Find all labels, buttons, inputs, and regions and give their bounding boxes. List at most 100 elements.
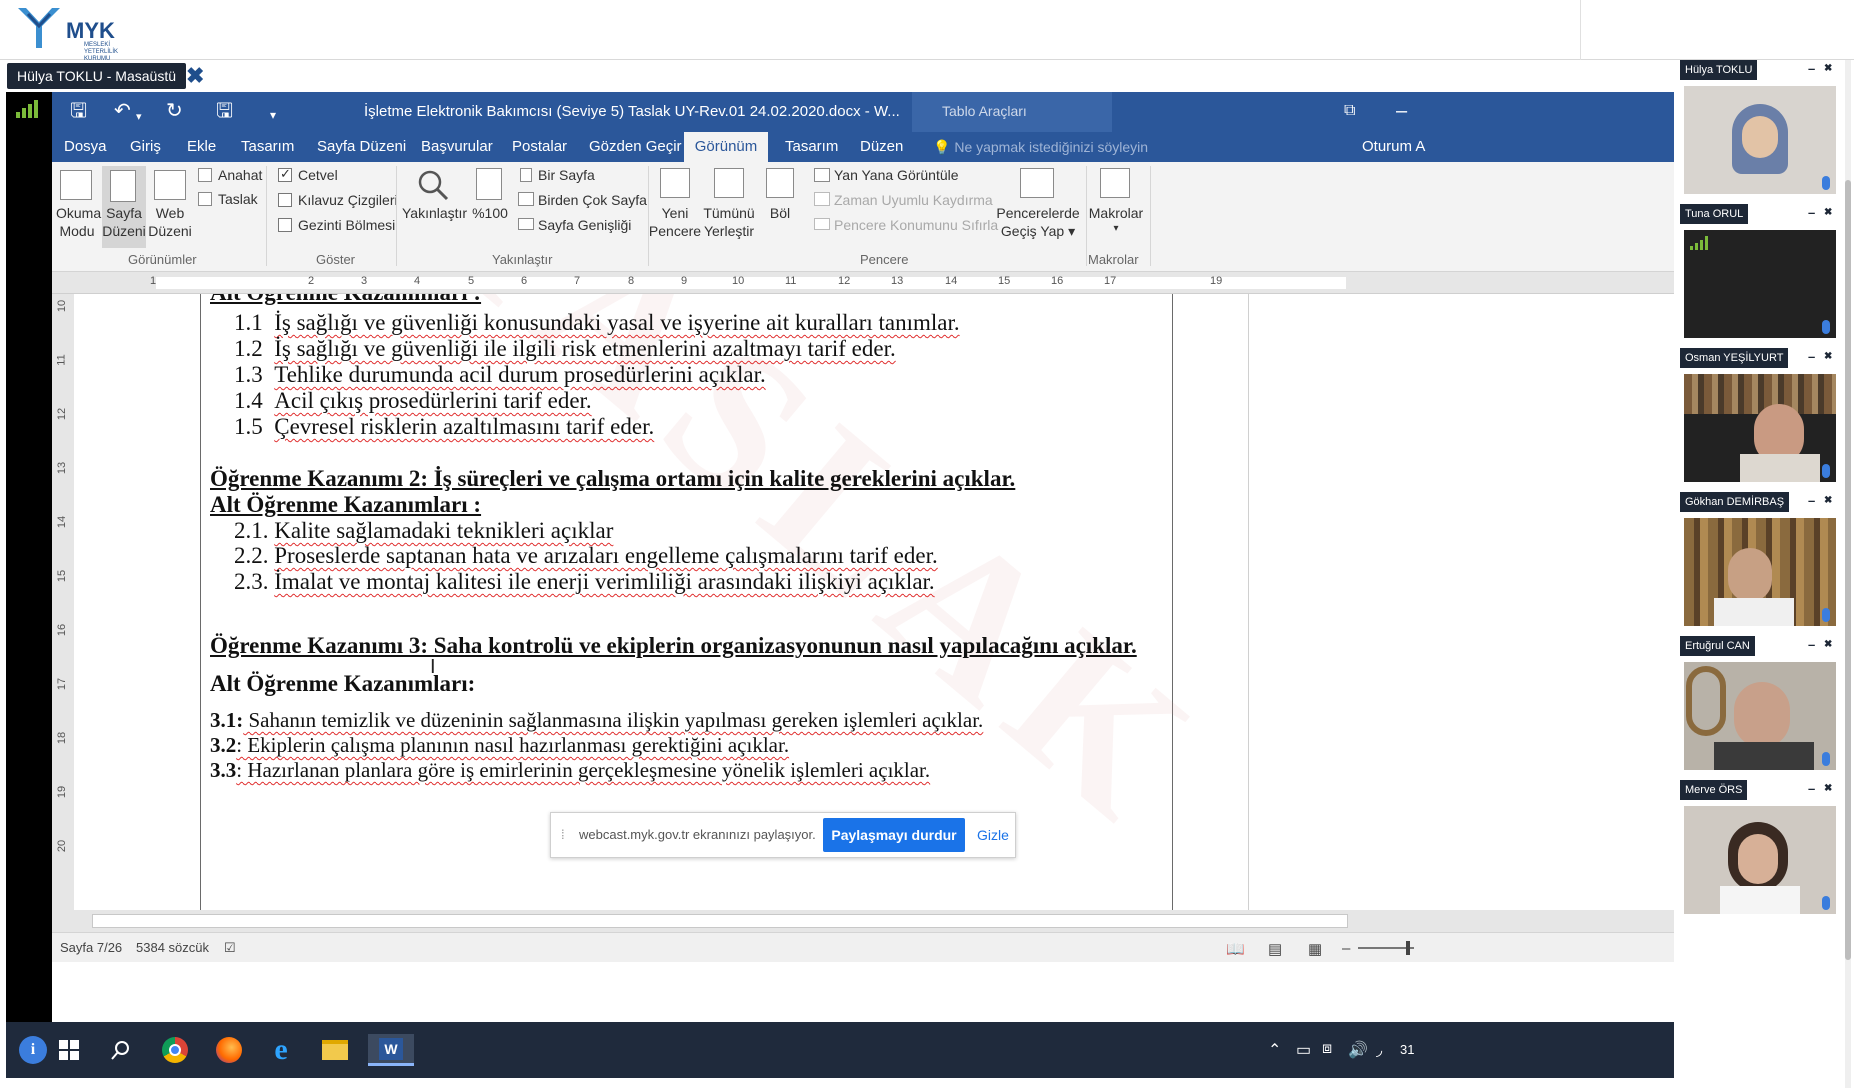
tab-postalar[interactable]: Postalar — [506, 132, 573, 162]
tab-ekle[interactable]: Ekle — [181, 132, 222, 162]
volume-icon[interactable]: 🔊 — [1348, 1040, 1368, 1060]
windows-start-icon[interactable] — [52, 1034, 86, 1066]
zoom-slider-handle[interactable] — [1406, 941, 1410, 955]
participant-card[interactable]: Gökhan DEMİRBAŞ – ✖ — [1678, 492, 1840, 630]
stop-sharing-button[interactable]: Paylaşmayı durdur — [823, 818, 965, 852]
zoom-100-label: %100 — [472, 205, 508, 221]
gridlines-checkbox[interactable] — [278, 193, 292, 207]
list-item: 2.2. Proseslerde saptanan hata ve arızal… — [234, 543, 938, 569]
sign-in-link[interactable]: Oturum A — [1356, 132, 1431, 162]
minimize-icon[interactable]: – — [1808, 204, 1815, 222]
info-icon[interactable]: i — [16, 1034, 50, 1066]
close-icon[interactable]: ✖ — [1824, 636, 1832, 654]
tab-tablo-tasarim[interactable]: Tasarım — [779, 132, 844, 162]
close-share-icon[interactable]: ✖ — [186, 64, 204, 88]
ruler-number: 16 — [1051, 275, 1064, 287]
vruler-number: 11 — [55, 354, 68, 366]
tab-basvurular[interactable]: Başvurular — [415, 132, 499, 162]
undo-icon[interactable]: ↶ — [114, 100, 131, 122]
ribbon-display-icon[interactable]: ⧉ — [1344, 100, 1355, 122]
file-explorer-icon[interactable] — [318, 1034, 352, 1066]
firefox-icon[interactable] — [212, 1034, 246, 1066]
microphone-icon — [1822, 320, 1830, 334]
tray-display-icon[interactable]: ⧈ — [1322, 1040, 1332, 1058]
learning-outcome-2-heading: Öğrenme Kazanımı 2: İş süreçleri ve çalı… — [210, 466, 1016, 491]
print-view-icon[interactable]: ▤ — [1268, 940, 1282, 958]
customize-toolbar-icon[interactable]: ▾ — [270, 104, 276, 126]
read-view-icon[interactable]: 📖 — [1226, 940, 1245, 958]
tray-device-icon[interactable]: ▭ — [1296, 1040, 1311, 1060]
tell-me-box[interactable]: 💡 Ne yapmak istediğinizi söyleyin — [927, 132, 1154, 162]
navigation-pane-label: Gezinti Bölmesi — [298, 217, 396, 233]
horizontal-scrollbar[interactable] — [52, 910, 1674, 932]
item-text: Sahanın temizlik ve düzeninin sağlanması… — [243, 708, 984, 732]
vertical-ruler[interactable]: 10 11 12 13 14 15 16 17 18 19 20 — [52, 294, 74, 910]
search-icon[interactable] — [104, 1034, 138, 1066]
group-show-label: Göster — [316, 252, 356, 267]
participants-scroll-thumb[interactable] — [1845, 180, 1851, 960]
close-icon[interactable]: ✖ — [1824, 60, 1832, 78]
zoom-out-icon[interactable]: – — [1342, 940, 1350, 957]
minimize-icon[interactable]: – — [1808, 636, 1815, 654]
minimize-icon[interactable]: – — [1396, 100, 1407, 122]
list-item: 1.3 Tehlike durumunda acil durum prosedü… — [234, 362, 766, 388]
tab-tasarim[interactable]: Tasarım — [235, 132, 300, 162]
close-icon[interactable]: ✖ — [1824, 204, 1832, 222]
word-count[interactable]: 5384 sözcük — [136, 940, 209, 955]
navigation-pane-checkbox[interactable] — [278, 218, 292, 232]
save-icon[interactable]: 🖫 — [70, 100, 87, 122]
participant-video — [1684, 806, 1836, 914]
tray-expand-icon[interactable]: ⌃ — [1268, 1040, 1281, 1060]
close-icon[interactable]: ✖ — [1824, 780, 1832, 798]
ruler-number: 2 — [308, 275, 315, 287]
margin-edge — [1248, 294, 1249, 910]
close-icon[interactable]: ✖ — [1824, 348, 1832, 366]
quick-save-icon[interactable]: 🖫 — [216, 100, 233, 122]
item-number: 2.2. — [234, 543, 269, 568]
tab-dosya[interactable]: Dosya — [58, 132, 113, 162]
table-tools-title: Tablo Araçları — [942, 103, 1027, 119]
drag-handle-icon[interactable]: ⁞ — [561, 827, 565, 842]
participant-card[interactable]: Ertuğrul CAN – ✖ — [1678, 636, 1840, 774]
ruler-checkbox[interactable] — [278, 166, 292, 182]
clock[interactable]: 31 — [1400, 1042, 1414, 1057]
tab-sayfa-duzeni[interactable]: Sayfa Düzeni — [311, 132, 412, 162]
tab-duzen[interactable]: Düzen — [854, 132, 909, 162]
tab-gorunum[interactable]: Görünüm — [684, 132, 768, 162]
tab-gozden-gecir[interactable]: Gözden Geçir — [583, 132, 688, 162]
word-titlebar: 🖫 ↶ ▾ ↻ 🖫 ▾ İşletme Elektronik Bakımcısı… — [52, 92, 1674, 132]
print-layout-button[interactable]: Sayfa Düzeni — [102, 166, 146, 248]
read-mode-icon — [60, 170, 92, 200]
tab-giris[interactable]: Giriş — [124, 132, 167, 162]
item-text: Proseslerde saptanan hata ve arızaları e… — [274, 543, 938, 568]
internet-explorer-icon[interactable]: e — [264, 1033, 298, 1066]
minimize-icon[interactable]: – — [1808, 60, 1815, 78]
participant-card[interactable]: Tuna ORUL – ✖ — [1678, 204, 1840, 342]
participant-card[interactable]: Merve ÖRS – ✖ — [1678, 780, 1840, 918]
outline-label: Anahat — [218, 167, 263, 183]
hide-button[interactable]: Gizle — [977, 827, 1009, 843]
proofing-icon[interactable]: ☑ — [224, 940, 236, 956]
new-window-label2: Pencere — [648, 223, 702, 239]
chrome-icon[interactable] — [158, 1034, 192, 1066]
minimize-icon[interactable]: – — [1808, 348, 1815, 366]
web-view-icon[interactable]: ▦ — [1308, 940, 1322, 958]
close-icon[interactable]: ✖ — [1824, 492, 1832, 510]
shared-screen: 🖫 ↶ ▾ ↻ 🖫 ▾ İşletme Elektronik Bakımcısı… — [6, 92, 1674, 1078]
scrollbar-track[interactable] — [92, 914, 1348, 928]
read-mode-label1: Okuma — [56, 205, 102, 221]
word-taskbar-icon[interactable]: W — [368, 1034, 414, 1066]
switch-windows-icon — [1020, 168, 1054, 198]
redo-icon[interactable]: ↻ — [166, 100, 183, 122]
minimize-icon[interactable]: – — [1808, 492, 1815, 510]
split-label: Böl — [769, 205, 791, 221]
ruler-number: 1 — [150, 275, 157, 287]
undo-dropdown-icon[interactable]: ▾ — [136, 106, 142, 128]
horizontal-ruler[interactable]: 1 2 3 4 5 6 7 8 9 10 11 12 13 14 15 16 1… — [52, 272, 1674, 294]
page-count[interactable]: Sayfa 7/26 — [60, 940, 122, 955]
wifi-icon[interactable]: ◞ — [1376, 1040, 1382, 1060]
participant-card[interactable]: Osman YEŞİLYURT – ✖ — [1678, 348, 1840, 486]
ruler-number: 19 — [1210, 275, 1223, 287]
minimize-icon[interactable]: – — [1808, 780, 1815, 798]
participant-card[interactable]: Hülya TOKLU – ✖ — [1678, 60, 1840, 198]
